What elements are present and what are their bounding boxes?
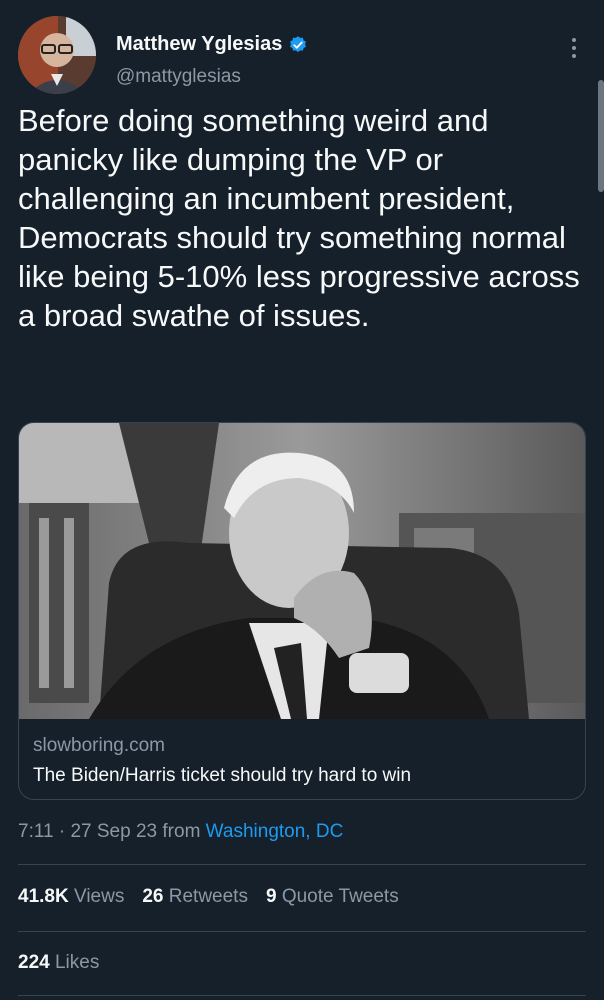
time-separator: · <box>58 821 66 842</box>
author-name-row: Matthew Yglesias <box>116 33 308 56</box>
from-label: from <box>162 821 201 842</box>
tweet-text: Before doing something weird and panicky… <box>18 103 580 333</box>
divider <box>18 995 586 996</box>
views-count: 41.8K <box>18 886 69 907</box>
likes-stat[interactable]: 224 Likes <box>18 952 99 974</box>
retweets-label: Retweets <box>168 886 248 907</box>
retweets-count: 26 <box>142 886 164 907</box>
views-label: Views <box>73 886 125 907</box>
more-options-icon[interactable] <box>564 33 584 63</box>
link-card[interactable]: slowboring.com The Biden/Harris ticket s… <box>18 422 586 800</box>
tweet-time[interactable]: 7:11 <box>18 821 54 842</box>
divider <box>18 931 586 932</box>
card-domain: slowboring.com <box>33 735 165 756</box>
retweets-stat[interactable]: 26 Retweets <box>142 886 248 908</box>
card-image <box>19 423 585 719</box>
tweet-date[interactable]: 27 Sep 23 <box>70 821 157 842</box>
author-name[interactable]: Matthew Yglesias <box>116 33 282 56</box>
scrollbar[interactable] <box>598 80 604 192</box>
quotes-label: Quote Tweets <box>281 886 399 907</box>
tweet-header: Matthew Yglesias @mattyglesias <box>18 16 586 96</box>
tweet-location[interactable]: Washington, DC <box>206 821 344 842</box>
likes-count: 224 <box>18 952 50 973</box>
quote-tweets-stat[interactable]: 9 Quote Tweets <box>266 886 399 908</box>
card-meta: slowboring.com The Biden/Harris ticket s… <box>33 735 573 787</box>
quotes-count: 9 <box>265 886 277 907</box>
divider <box>18 864 586 865</box>
author-handle[interactable]: @mattyglesias <box>116 66 241 88</box>
card-title[interactable]: The Biden/Harris ticket should try hard … <box>33 765 573 787</box>
tweet-stats: 41.8K Views 26 Retweets 9 Quote Tweets <box>18 886 399 908</box>
verified-badge-icon <box>290 35 307 52</box>
views-stat[interactable]: 41.8K Views <box>18 886 124 908</box>
tweet-timestamp: 7:11 · 27 Sep 23 from Washington, DC <box>18 821 343 843</box>
likes-label: Likes <box>54 952 100 973</box>
author-avatar[interactable] <box>18 16 96 94</box>
